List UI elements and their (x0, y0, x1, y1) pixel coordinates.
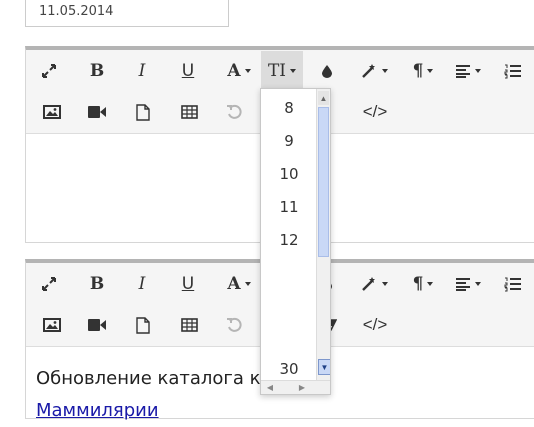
undo-button[interactable] (214, 92, 254, 132)
paragraph-style-button[interactable]: ¶ (401, 51, 445, 91)
scroll-left-arrow[interactable]: ◀ (263, 382, 277, 393)
italic-button[interactable]: I (122, 264, 162, 304)
font-size-option-12[interactable]: 12 (261, 223, 317, 256)
font-color-button[interactable]: A (217, 51, 261, 91)
ordered-list-icon (504, 276, 522, 292)
chevron-down-icon (244, 282, 251, 286)
scroll-up-arrow[interactable]: ▲ (318, 91, 329, 105)
font-size-button[interactable]: TI (261, 51, 303, 91)
table-icon (180, 105, 198, 119)
video-icon (88, 319, 106, 331)
expand-icon (41, 63, 57, 79)
chevron-down-icon (475, 282, 481, 286)
font-size-option-10[interactable]: 10 (261, 157, 317, 190)
file-icon (136, 316, 150, 334)
chevron-down-icon (244, 69, 251, 73)
magic-wand-icon (361, 63, 378, 79)
chevron-down-icon (427, 69, 434, 73)
dropdown-scrollbar[interactable]: ▲ ▼ (316, 89, 330, 394)
content-text: Обновление каталога к (36, 368, 261, 389)
undo-icon (226, 317, 242, 333)
font-color-label: A (227, 61, 241, 81)
font-size-option-8[interactable]: 8 (261, 91, 317, 124)
chevron-down-icon (475, 69, 481, 73)
file-icon (136, 103, 150, 121)
font-size-label: TI (267, 61, 287, 81)
bold-button[interactable]: B (77, 264, 117, 304)
insert-table-button[interactable] (169, 305, 209, 345)
insert-file-button[interactable] (123, 305, 163, 345)
undo-button[interactable] (214, 305, 254, 345)
font-size-option-11[interactable]: 11 (261, 190, 317, 223)
paragraph-style-button[interactable]: ¶ (401, 264, 445, 304)
font-size-dropdown[interactable]: 8 9 10 11 12 30 ▲ ▼ ◀ ▶ (260, 88, 331, 395)
chevron-down-icon (381, 282, 388, 286)
image-icon (43, 105, 61, 119)
video-icon (88, 106, 106, 118)
content-link-paragraph: Маммилярии (36, 395, 534, 427)
fullscreen-button[interactable] (29, 51, 69, 91)
content-link[interactable]: Маммилярии (36, 400, 159, 421)
insert-video-button[interactable] (77, 305, 117, 345)
image-icon (43, 318, 61, 332)
font-color-label: A (227, 274, 241, 294)
align-left-icon (455, 277, 471, 291)
date-input[interactable]: 11.05.2014 (25, 0, 229, 27)
italic-button[interactable]: I (122, 51, 162, 91)
expand-icon (41, 276, 57, 292)
style-button[interactable] (352, 264, 396, 304)
fullscreen-button[interactable] (29, 264, 69, 304)
code-view-button[interactable]: </> (355, 305, 395, 345)
insert-file-button[interactable] (123, 92, 163, 132)
table-icon (180, 318, 198, 332)
insert-image-button[interactable] (32, 305, 72, 345)
ordered-list-icon (504, 63, 522, 79)
style-button[interactable] (352, 51, 396, 91)
align-button[interactable] (446, 264, 490, 304)
list-button[interactable] (493, 264, 533, 304)
underline-button[interactable]: U (168, 264, 208, 304)
list-button[interactable] (493, 51, 533, 91)
highlight-button[interactable] (307, 51, 347, 91)
insert-video-button[interactable] (77, 92, 117, 132)
toolbar-row-1: B I U A TI ¶ (26, 51, 534, 91)
scroll-down-arrow[interactable]: ▼ (318, 359, 330, 375)
undo-icon (226, 104, 242, 120)
dropdown-horizontal-scrollbar[interactable]: ◀ ▶ (261, 380, 330, 394)
paragraph-label: ¶ (412, 61, 424, 81)
chevron-down-icon (290, 69, 297, 73)
chevron-down-icon (427, 282, 434, 286)
align-left-icon (455, 64, 471, 78)
font-color-button[interactable]: A (217, 264, 261, 304)
paragraph-label: ¶ (412, 274, 424, 294)
drop-icon (321, 64, 333, 78)
scroll-right-arrow[interactable]: ▶ (295, 382, 309, 393)
insert-image-button[interactable] (32, 92, 72, 132)
bold-button[interactable]: B (77, 51, 117, 91)
align-button[interactable] (446, 51, 490, 91)
magic-wand-icon (361, 276, 378, 292)
insert-table-button[interactable] (169, 92, 209, 132)
chevron-down-icon (381, 69, 388, 73)
font-size-option-9[interactable]: 9 (261, 124, 317, 157)
underline-button[interactable]: U (168, 51, 208, 91)
code-view-button[interactable]: </> (355, 92, 395, 132)
scrollbar-thumb[interactable] (318, 107, 329, 257)
